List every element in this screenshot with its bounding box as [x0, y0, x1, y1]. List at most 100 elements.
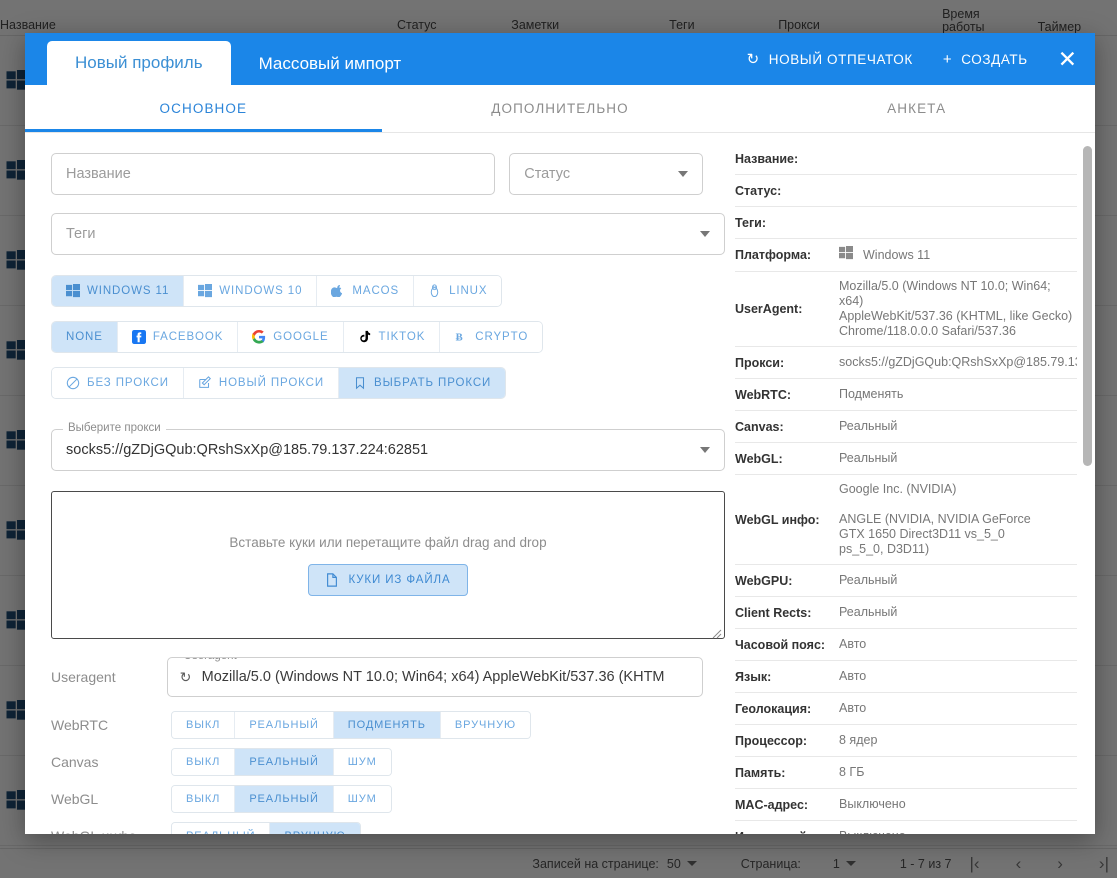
segment-новый-прокси[interactable]: НОВЫЙ ПРОКСИ: [183, 368, 340, 398]
summary-row: Canvas: Реальный: [735, 411, 1077, 443]
summary-value: Реальный: [839, 605, 898, 619]
summary-scrollbar[interactable]: [1083, 146, 1092, 466]
toggle-option[interactable]: РЕАЛЬНЫЙ: [235, 712, 334, 738]
summary-row: Процессор: 8 ядер: [735, 725, 1077, 757]
refresh-icon[interactable]: ↻: [180, 670, 194, 684]
resize-grip-icon[interactable]: [712, 626, 722, 639]
segment-label: БЕЗ ПРОКСИ: [87, 377, 169, 389]
toggle-option[interactable]: ПОДМЕНЯТЬ: [333, 712, 441, 738]
toggle-row-label: WebRTC: [51, 717, 109, 733]
dialog-tab-1[interactable]: Новый профиль: [47, 41, 231, 85]
toggle-option[interactable]: ВРУЧНУЮ: [270, 823, 360, 834]
summary-row: Память: 8 ГБ: [735, 757, 1077, 789]
new-fingerprint-button[interactable]: ↻ НОВЫЙ ОТПЕЧАТОК: [747, 52, 913, 67]
service-button-group: NONE FACEBOOK GOOGLE TIKTOK Ƀ CRYPTO: [51, 321, 544, 353]
summary-row: Прокси: socks5://gZDjGQub:QRshSxXp@185.79…: [735, 347, 1077, 379]
summary-value: Windows 11: [839, 246, 1077, 264]
summary-key: WebGPU:: [735, 573, 793, 588]
summary-row: Имя устройства:Выключено: [735, 821, 1077, 834]
useragent-row-label: Useragent: [51, 669, 116, 685]
toggle-row: WebRTC ВЫКЛ РЕАЛЬНЫЙ ПОДМЕНЯТЬ ВРУЧНУЮ: [51, 711, 703, 739]
segment-label: ВЫБРАТЬ ПРОКСИ: [374, 377, 492, 389]
profile-form: Название Статус Теги WINDOWS 11 WINDOWS 1…: [25, 133, 725, 834]
windows-logo-icon: [839, 246, 853, 264]
summary-key: Имя устройства:: [735, 830, 839, 835]
segment-label: CRYPTO: [475, 331, 529, 343]
toggle-option[interactable]: РЕАЛЬНЫЙ: [172, 823, 271, 834]
bookmark-icon: [353, 376, 367, 390]
summary-value: 8 ГБ: [839, 765, 865, 779]
summary-key: Геолокация:: [735, 701, 812, 716]
platform-button-group: WINDOWS 11 WINDOWS 10 MACOS LINUX: [51, 275, 503, 307]
linux-penguin-icon: [428, 284, 442, 298]
summary-key: Язык:: [735, 669, 772, 684]
summary-row: WebGL инфо: Google Inc. (NVIDIA) ANGLE (N…: [735, 475, 1077, 565]
name-status-row: Название Статус: [51, 153, 703, 195]
facebook-icon: [131, 330, 146, 344]
proxy-select-value: socks5://gZDjGQub:QRshSxXp@185.79.137.22…: [66, 442, 429, 458]
profile-name-input[interactable]: Название: [51, 153, 496, 195]
windows-logo-icon: [198, 284, 213, 298]
close-icon[interactable]: ✕: [1058, 47, 1077, 71]
segment-crypto[interactable]: Ƀ CRYPTO: [440, 322, 543, 352]
segment-facebook[interactable]: FACEBOOK: [117, 322, 239, 352]
active-subtab-underline: [25, 129, 382, 132]
dialog-tab-2[interactable]: Массовый импорт: [231, 43, 430, 85]
summary-value: Выключено: [839, 797, 906, 811]
toggle-option[interactable]: ВЫКЛ: [172, 712, 236, 738]
status-select[interactable]: Статус: [509, 153, 703, 195]
cookies-dropzone[interactable]: Вставьте куки или перетащите файл drag a…: [51, 491, 725, 639]
subtab-1[interactable]: ОСНОВНОЕ: [25, 85, 382, 132]
toggle-option[interactable]: РЕАЛЬНЫЙ: [235, 749, 334, 775]
summary-value: Авто: [839, 637, 867, 651]
proxy-mode-button-group: БЕЗ ПРОКСИ НОВЫЙ ПРОКСИ ВЫБРАТЬ ПРОКСИ: [51, 367, 507, 399]
google-icon: [252, 330, 266, 344]
summary-key: Прокси:: [735, 355, 785, 370]
toggle-option[interactable]: ВРУЧНУЮ: [440, 712, 531, 738]
toggle-option[interactable]: ВЫКЛ: [172, 749, 236, 775]
tags-select[interactable]: Теги: [51, 213, 725, 255]
summary-row: Язык: Авто: [735, 661, 1077, 693]
tags-select-value: Теги: [66, 226, 96, 242]
toggle-option[interactable]: РЕАЛЬНЫЙ: [235, 786, 334, 812]
proxy-select[interactable]: Выберите прокси socks5://gZDjGQub:QRshSx…: [51, 422, 725, 471]
segment-google[interactable]: GOOGLE: [238, 322, 344, 352]
summary-row: WebGL: Реальный: [735, 443, 1077, 475]
segment-label: WINDOWS 10: [219, 285, 303, 297]
summary-row: Теги:: [735, 207, 1077, 239]
toggle-option[interactable]: ВЫКЛ: [172, 786, 236, 812]
summary-row: Часовой пояс: Авто: [735, 629, 1077, 661]
summary-row: WebRTC: Подменять: [735, 379, 1077, 411]
segment-tiktok[interactable]: TIKTOK: [343, 322, 441, 352]
toggle-button-group: ВЫКЛ РЕАЛЬНЫЙ ПОДМЕНЯТЬ ВРУЧНУЮ: [171, 711, 532, 739]
toggle-row-label: Canvas: [51, 754, 99, 770]
summary-value: Реальный: [839, 573, 898, 587]
subtab-2[interactable]: ДОПОЛНИТЕЛЬНО: [382, 85, 739, 132]
subtab-3[interactable]: АНКЕТА: [738, 85, 1095, 132]
useragent-input[interactable]: Useragent ↻ Mozilla/5.0 (Windows NT 10.0…: [166, 657, 703, 697]
chevron-down-icon: [678, 171, 688, 177]
segment-linux[interactable]: LINUX: [414, 276, 502, 306]
segment-windows-11[interactable]: WINDOWS 11: [52, 276, 185, 306]
summary-key: Canvas:: [735, 419, 784, 434]
segment-macos[interactable]: MACOS: [317, 276, 415, 306]
summary-key: MAC-адрес:: [735, 797, 809, 812]
summary-row: UserAgent: Mozilla/5.0 (Windows NT 10.0; …: [735, 272, 1077, 347]
segment-none[interactable]: NONE: [52, 322, 118, 352]
segment-label: WINDOWS 11: [87, 285, 170, 297]
summary-key: Часовой пояс:: [735, 637, 826, 652]
toggle-option[interactable]: ШУМ: [333, 749, 391, 775]
segment-label: GOOGLE: [273, 331, 329, 343]
file-icon: [325, 572, 339, 587]
cookies-from-file-button[interactable]: КУКИ ИЗ ФАЙЛА: [308, 563, 468, 596]
status-select-value: Статус: [524, 166, 571, 182]
create-label: СОЗДАТЬ: [961, 51, 1028, 67]
create-button[interactable]: + СОЗДАТЬ: [943, 52, 1028, 67]
segment-без-прокси[interactable]: БЕЗ ПРОКСИ: [52, 368, 184, 398]
summary-value: Авто: [839, 701, 867, 715]
toggle-option[interactable]: ШУМ: [333, 786, 391, 812]
segment-выбрать-прокси[interactable]: ВЫБРАТЬ ПРОКСИ: [339, 368, 506, 398]
toggle-button-group: ВЫКЛ РЕАЛЬНЫЙ ШУМ: [171, 785, 392, 813]
segment-windows-10[interactable]: WINDOWS 10: [184, 276, 318, 306]
cookies-from-file-label: КУКИ ИЗ ФАЙЛА: [348, 573, 451, 586]
